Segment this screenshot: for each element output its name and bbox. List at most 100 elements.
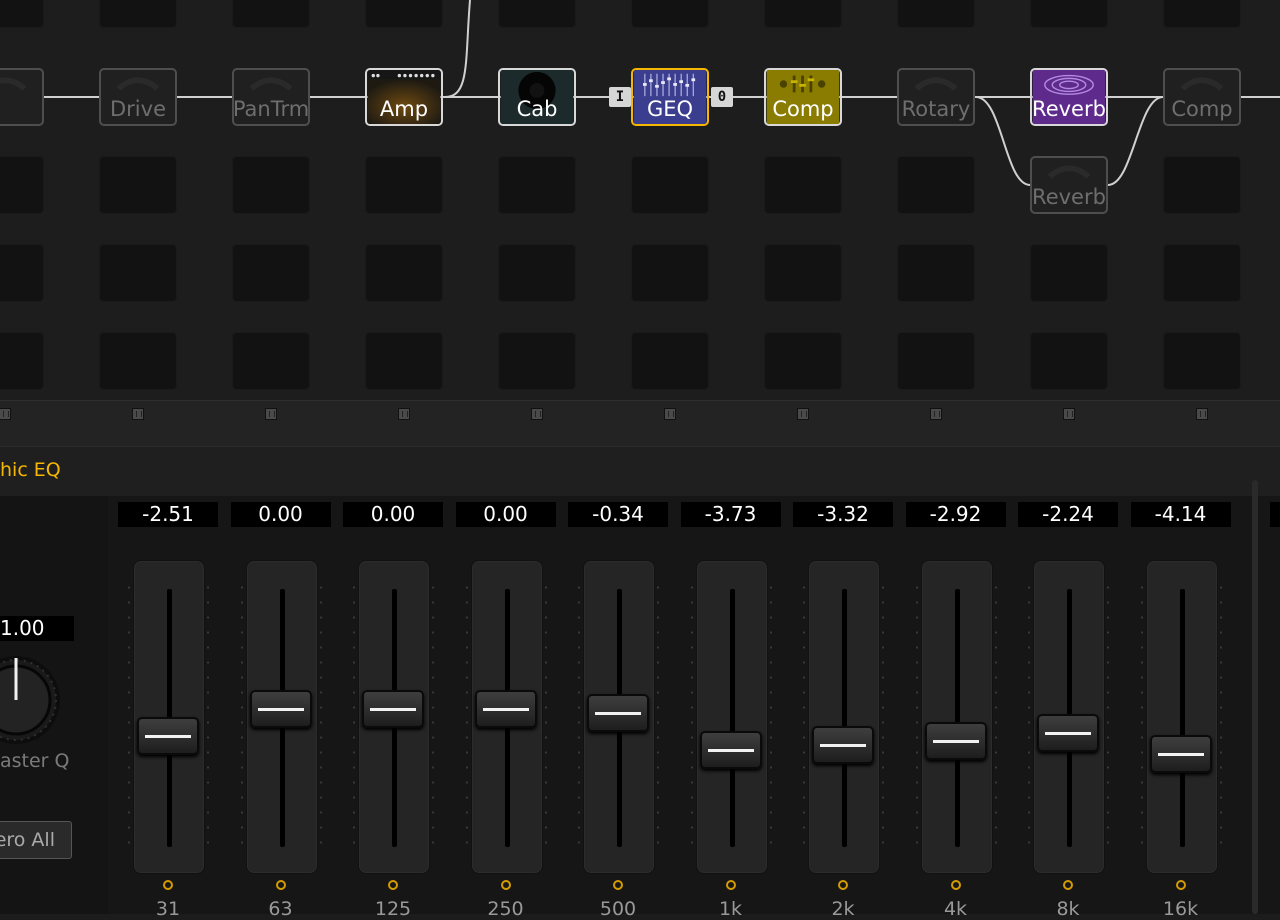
fader-knob-63[interactable] <box>249 690 312 728</box>
fader-knob-500[interactable] <box>587 693 649 732</box>
band-value-63[interactable]: 0.00 <box>230 502 331 527</box>
empty-grid-slot[interactable] <box>99 156 177 214</box>
band-value-8k[interactable]: -2.24 <box>1018 502 1118 527</box>
band-value-31[interactable]: -2.51 <box>118 502 218 527</box>
band-value-250[interactable]: 0.00 <box>455 502 556 527</box>
fader-knob-1k[interactable] <box>699 730 762 769</box>
empty-grid-slot[interactable] <box>232 332 310 390</box>
empty-grid-slot[interactable] <box>1163 156 1241 214</box>
empty-grid-slot[interactable] <box>99 332 177 390</box>
band-indicator-led[interactable] <box>275 880 286 890</box>
band-indicator-led[interactable] <box>838 880 848 890</box>
scene-handle[interactable] <box>664 408 676 420</box>
band-indicator-led[interactable] <box>1063 880 1073 890</box>
effect-block-pantrm-bypassed[interactable]: PanTrm <box>232 68 310 126</box>
scene-handle[interactable] <box>797 408 809 420</box>
band-indicator-led[interactable] <box>388 880 398 890</box>
empty-grid-slot[interactable] <box>0 244 44 302</box>
empty-grid-slot[interactable] <box>1163 0 1241 28</box>
fader-track-4k[interactable] <box>920 560 993 874</box>
fader-knob-31[interactable] <box>137 717 199 756</box>
empty-grid-slot[interactable] <box>764 156 842 214</box>
scene-handle[interactable] <box>398 408 410 420</box>
empty-grid-slot[interactable] <box>0 156 44 214</box>
empty-grid-slot[interactable] <box>1030 244 1108 302</box>
fader-track-1k[interactable] <box>695 560 768 874</box>
empty-grid-slot[interactable] <box>631 332 709 390</box>
empty-grid-slot[interactable] <box>1030 332 1108 390</box>
fader-knob-2k[interactable] <box>812 726 874 765</box>
empty-grid-slot[interactable] <box>897 0 975 28</box>
scene-handle[interactable] <box>265 408 277 420</box>
master-q-value[interactable]: 1.00 <box>0 616 74 641</box>
scene-handle[interactable] <box>132 408 144 420</box>
empty-grid-slot[interactable] <box>897 244 975 302</box>
empty-grid-slot[interactable] <box>764 332 842 390</box>
scene-handle[interactable] <box>531 408 543 420</box>
empty-grid-slot[interactable] <box>1163 332 1241 390</box>
signal-chain-grid[interactable] <box>0 0 1280 446</box>
empty-grid-slot[interactable] <box>99 0 177 28</box>
empty-grid-slot[interactable] <box>897 332 975 390</box>
empty-grid-slot[interactable] <box>0 0 44 28</box>
empty-grid-slot[interactable] <box>897 156 975 214</box>
band-indicator-led[interactable] <box>163 880 173 890</box>
empty-grid-slot[interactable] <box>764 0 842 28</box>
effect-block-reverb-bypassed[interactable]: Reverb <box>1030 156 1108 214</box>
effect-block-comp[interactable]: Comp <box>764 68 842 126</box>
band-value-2k[interactable]: -3.32 <box>793 502 893 527</box>
empty-grid-slot[interactable] <box>764 244 842 302</box>
band-indicator-led[interactable] <box>613 880 623 890</box>
empty-grid-slot[interactable] <box>498 244 576 302</box>
master-q-knob[interactable] <box>0 650 68 750</box>
scene-handle[interactable] <box>0 408 11 420</box>
empty-grid-slot[interactable] <box>1163 244 1241 302</box>
scene-handle[interactable] <box>930 408 942 420</box>
effect-block-cab[interactable]: Cab <box>498 68 576 126</box>
band-indicator-led[interactable] <box>950 880 961 890</box>
band-indicator-led[interactable] <box>500 880 511 890</box>
fader-knob-16k[interactable] <box>1149 735 1212 774</box>
empty-grid-slot[interactable] <box>365 244 443 302</box>
effect-block-geq[interactable]: GEQ <box>631 68 709 126</box>
fader-knob-4k[interactable] <box>924 721 987 760</box>
empty-grid-slot[interactable] <box>631 0 709 28</box>
fader-track-16k[interactable] <box>1145 560 1218 874</box>
scene-handle[interactable] <box>1063 408 1075 420</box>
empty-grid-slot[interactable] <box>0 332 44 390</box>
empty-grid-slot[interactable] <box>365 332 443 390</box>
fader-knob-8k[interactable] <box>1037 714 1099 753</box>
empty-grid-slot[interactable] <box>498 0 576 28</box>
band-value-125[interactable]: 0.00 <box>343 502 443 527</box>
fader-track-2k[interactable] <box>808 560 880 874</box>
zero-all-button[interactable]: ero All <box>0 821 72 859</box>
empty-grid-slot[interactable] <box>365 156 443 214</box>
band-frequency-label: 31 <box>155 898 181 920</box>
fader-knob-125[interactable] <box>362 690 424 728</box>
empty-grid-slot[interactable] <box>498 156 576 214</box>
band-value-500[interactable]: -0.34 <box>568 502 668 527</box>
band-indicator-led[interactable] <box>1175 880 1186 890</box>
empty-grid-slot[interactable] <box>1030 0 1108 28</box>
empty-grid-slot[interactable] <box>232 156 310 214</box>
effect-block-empty-bypassed[interactable] <box>0 68 44 126</box>
band-value-16k[interactable]: -4.14 <box>1130 502 1231 527</box>
effect-block-reverb[interactable]: Reverb <box>1030 68 1108 126</box>
empty-grid-slot[interactable] <box>631 244 709 302</box>
empty-grid-slot[interactable] <box>631 156 709 214</box>
empty-grid-slot[interactable] <box>365 0 443 28</box>
band-indicator-led[interactable] <box>725 880 736 890</box>
empty-grid-slot[interactable] <box>232 0 310 28</box>
band-value-4k[interactable]: -2.92 <box>905 502 1006 527</box>
effect-block-comp-bypassed[interactable]: Comp <box>1163 68 1241 126</box>
empty-grid-slot[interactable] <box>232 244 310 302</box>
effect-block-amp[interactable]: Amp <box>365 68 443 126</box>
band-value-1k[interactable]: -3.73 <box>680 502 781 527</box>
scene-handle[interactable] <box>1196 408 1208 420</box>
empty-grid-slot[interactable] <box>99 244 177 302</box>
effect-block-drive-bypassed[interactable]: Drive <box>99 68 177 126</box>
panel-scrollbar[interactable] <box>1252 480 1258 914</box>
empty-grid-slot[interactable] <box>498 332 576 390</box>
fader-knob-250[interactable] <box>474 690 537 728</box>
effect-block-rotary-bypassed[interactable]: Rotary <box>897 68 975 126</box>
